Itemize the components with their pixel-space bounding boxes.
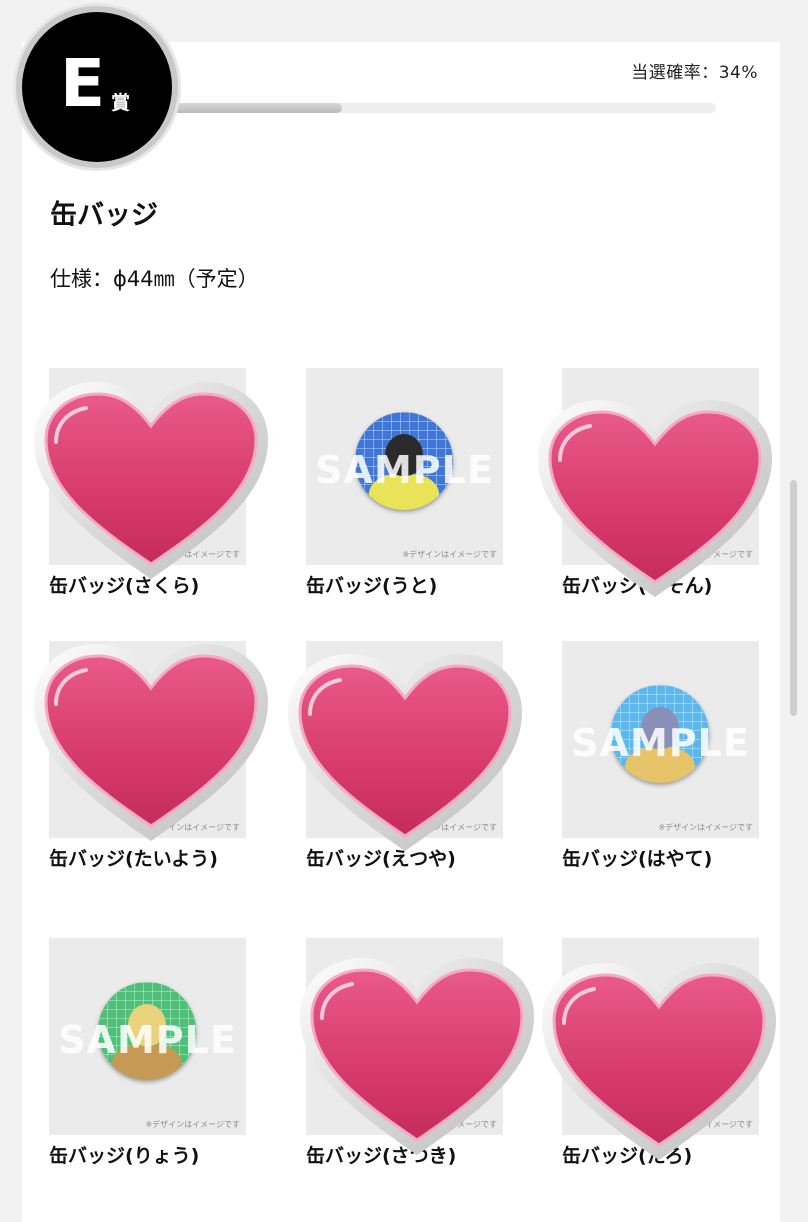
heart-sticker-icon	[536, 398, 774, 599]
item-label: 缶バッジ(はやて)	[562, 848, 713, 870]
win-rate-bar-fill	[150, 103, 343, 113]
item-label: 缶バッジ(りょう)	[49, 1145, 200, 1167]
heart-sticker-icon	[286, 652, 524, 853]
item-thumbnail[interactable]: SAMPLE ※デザインはイメージです	[49, 938, 246, 1135]
heart-sticker-icon	[32, 642, 270, 843]
item-thumbnail[interactable]: SAMPLE ※デザインはイメージです	[306, 368, 503, 565]
grid-item-ryou[interactable]: SAMPLE ※デザインはイメージです 缶バッジ(りょう)	[49, 938, 246, 1167]
sample-watermark: SAMPLE	[571, 721, 750, 765]
grid-item-hayate[interactable]: SAMPLE ※デザインはイメージです 缶バッジ(はやて)	[562, 641, 759, 870]
win-rate-text: 当選確率：34%	[631, 63, 758, 83]
heart-sticker-icon	[32, 380, 270, 581]
item-thumbnail[interactable]: SAMPLE ※デザインはイメージです	[562, 641, 759, 838]
image-note: ※デザインはイメージです	[402, 550, 497, 559]
prize-rank-badge: E 賞	[22, 12, 172, 162]
sample-watermark: SAMPLE	[315, 448, 494, 492]
sample-watermark: SAMPLE	[58, 1018, 237, 1062]
prize-kanji: 賞	[111, 91, 131, 114]
product-title: 缶バッジ	[50, 200, 158, 231]
win-rate-bar	[150, 103, 716, 113]
page-scrollbar[interactable]	[790, 480, 797, 716]
image-note: ※デザインはイメージです	[145, 1120, 240, 1129]
image-note: ※デザインはイメージです	[658, 823, 753, 832]
grid-item-uto[interactable]: SAMPLE ※デザインはイメージです 缶バッジ(うと)	[306, 368, 503, 597]
heart-sticker-icon	[298, 956, 536, 1157]
product-spec: 仕様：ϕ44㎜（予定）	[50, 267, 259, 291]
prize-letter: E	[59, 45, 106, 122]
item-label: 缶バッジ(うと)	[306, 575, 438, 597]
heart-sticker-icon	[540, 961, 778, 1162]
